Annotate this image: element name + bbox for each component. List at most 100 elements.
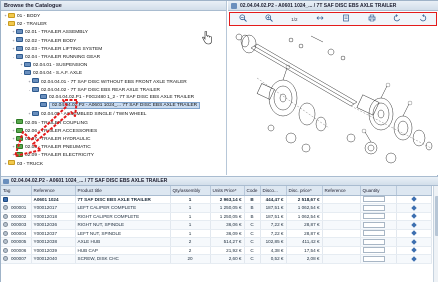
quantity-input[interactable] — [362, 213, 385, 220]
add-to-cart-icon[interactable] — [410, 239, 417, 245]
cell-code: B — [244, 195, 261, 204]
assembly-icon — [16, 29, 23, 35]
add-to-cart-icon[interactable] — [410, 213, 417, 219]
add-to-cart-icon[interactable] — [410, 247, 417, 253]
fit-width-button[interactable] — [307, 14, 333, 25]
column-header-discount[interactable]: Disco... — [260, 186, 287, 196]
tree-item[interactable]: -02.04.04.02 - 7T SAF DISC EBS REAR AXLE… — [27, 86, 160, 94]
parts-scrollbar[interactable] — [433, 186, 438, 282]
tree-item[interactable]: +02.04.04.01 - 7T SAF DISC WITHOUT EBS F… — [27, 78, 187, 86]
tag-text: 000001 — [11, 205, 27, 211]
zoom-in-button[interactable] — [256, 14, 282, 25]
assembly-icon — [16, 37, 23, 43]
cell-tag: 000004 — [1, 229, 32, 238]
cell-user-reference[interactable] — [322, 254, 361, 264]
cell-quantity — [360, 195, 397, 204]
cell-user-reference[interactable] — [322, 203, 361, 213]
add-to-cart-icon[interactable] — [410, 222, 417, 228]
cell-disc: 0,52 € — [260, 254, 287, 264]
tree-item[interactable]: +02.02 - TRAILER BODY — [11, 37, 76, 45]
table-row[interactable]: 000005 Y00012038 AXLE HUB 2 514,27 € C 102,85 … — [1, 237, 432, 247]
column-header-qty-assembly[interactable]: Qty/assembly — [170, 186, 211, 196]
cell-dprice: 411,42 € — [286, 237, 323, 247]
cell-user-reference[interactable] — [322, 229, 361, 238]
add-to-cart-icon[interactable] — [410, 230, 417, 236]
column-header-product-title[interactable]: Product title — [75, 186, 171, 196]
hand-cursor-icon — [202, 31, 212, 45]
tree-item[interactable]: +02.01 - TRAILER ASSEMBLY — [11, 28, 88, 36]
rotate-right-button[interactable] — [410, 14, 436, 25]
rotate-left-button[interactable] — [385, 14, 411, 25]
tree-item-label: 02.04.04.02 - 7T SAF DISC EBS REAR AXLE … — [41, 87, 160, 93]
table-row[interactable]: 000006 Y00012039 HUB CAP 2 21,92 € C 4,38 €17,… — [1, 246, 432, 255]
column-header-tag[interactable]: Tag — [1, 186, 32, 196]
quantity-input[interactable] — [362, 230, 385, 237]
fit-page-button[interactable] — [333, 14, 359, 25]
cell-user-reference[interactable] — [322, 237, 361, 247]
quantity-input[interactable] — [362, 247, 385, 254]
cell-actions — [396, 195, 432, 204]
zoom-level[interactable]: 1/2 — [282, 14, 308, 25]
tree-item[interactable]: +02.03 - TRAILER LIFTING SYSTEM — [11, 45, 102, 53]
cell-ref: Y00012038 — [31, 237, 76, 247]
cell-quantity — [360, 229, 397, 238]
cell-actions — [396, 212, 432, 221]
table-row[interactable]: 000001 Y00012017 LEFT CALIPER COMPLETE 1 1 2… — [1, 203, 432, 213]
cell-price: 1 250,05 € — [210, 212, 245, 221]
part-icon — [3, 213, 8, 219]
cell-qty: 1 — [170, 195, 211, 204]
tree-item[interactable]: +01 - BODY — [3, 12, 40, 20]
tag-text: 000002 — [11, 213, 27, 219]
add-to-cart-icon[interactable] — [410, 256, 417, 262]
table-row[interactable]: 000004 Y00012037 LEFT NUT, SPINDLE 1 36,09 €… — [1, 229, 432, 238]
cell-actions — [396, 237, 432, 247]
table-row[interactable]: 000002 Y00012018 RIGHT CALIPER COMPLETE 1 1 … — [1, 212, 432, 221]
cell-tag: 000002 — [1, 212, 32, 221]
print-button[interactable] — [359, 14, 385, 25]
tree-item-label: 02.04.04 - S.A.F. AXLE — [33, 71, 83, 77]
cell-code: C — [244, 229, 261, 238]
cell-disc: 7,22 € — [260, 220, 287, 230]
folder-icon — [8, 12, 15, 18]
quantity-input[interactable] — [362, 238, 385, 245]
cell-user-reference[interactable] — [322, 246, 361, 255]
cell-title: RIGHT NUT, SPINDLE — [75, 220, 171, 230]
part-icon — [3, 222, 8, 228]
cell-quantity — [360, 246, 397, 255]
column-header-code[interactable]: Code — [244, 186, 261, 196]
cell-tag — [1, 195, 32, 204]
cell-dprice: 28,87 € — [286, 220, 323, 230]
add-to-cart-icon[interactable] — [410, 196, 417, 202]
part-icon — [3, 256, 8, 262]
tree-item[interactable]: -02.04 - TRAILER RUNNING GEAR — [11, 53, 100, 61]
cell-title: HUB CAP — [75, 246, 171, 255]
tree-item[interactable]: -02.04.04 - S.A.F. AXLE — [19, 69, 82, 77]
table-row[interactable]: 000007 Y00012040 SCREW, DISK CHC 20 2,60 € C 0… — [1, 254, 432, 264]
table-row[interactable]: 000003 Y00012036 RIGHT NUT, SPINDLE 1 36,06 … — [1, 220, 432, 230]
zoom-out-icon — [239, 14, 247, 22]
cell-dprice: 2,08 € — [286, 254, 323, 264]
cell-user-reference[interactable] — [322, 220, 361, 230]
quantity-input[interactable] — [362, 196, 385, 203]
cell-dprice: 1 062,54 € — [286, 203, 323, 213]
column-header-quantity[interactable]: Quantity — [360, 186, 397, 196]
table-row[interactable]: A0601 1024 7T SAF DISC EBS AXLE TRAILER 1 2… — [1, 195, 432, 204]
cell-dprice: 28,87 € — [286, 229, 323, 238]
zoom-out-button[interactable] — [230, 14, 256, 25]
cell-user-reference[interactable] — [322, 195, 361, 204]
quantity-input[interactable] — [362, 255, 385, 262]
cell-user-reference[interactable] — [322, 212, 361, 221]
quantity-input[interactable] — [362, 204, 385, 211]
tree-item[interactable]: -02 - TRAILER — [3, 20, 47, 28]
cell-price: 1 250,05 € — [210, 203, 245, 213]
cell-quantity — [360, 212, 397, 221]
add-to-cart-icon[interactable] — [410, 205, 417, 211]
cell-actions — [396, 229, 432, 238]
column-header-reference[interactable]: Reference — [31, 186, 76, 196]
column-header-disc-price[interactable]: Disc. price* — [286, 186, 323, 196]
column-header-units-price[interactable]: Units Price* — [210, 186, 245, 196]
quantity-input[interactable] — [362, 221, 385, 228]
column-header-user-reference[interactable]: Reference — [322, 186, 361, 196]
exploded-parts-drawing[interactable] — [231, 28, 436, 173]
tree-item[interactable]: +02.04.01 - SUSPENSION — [19, 61, 87, 69]
